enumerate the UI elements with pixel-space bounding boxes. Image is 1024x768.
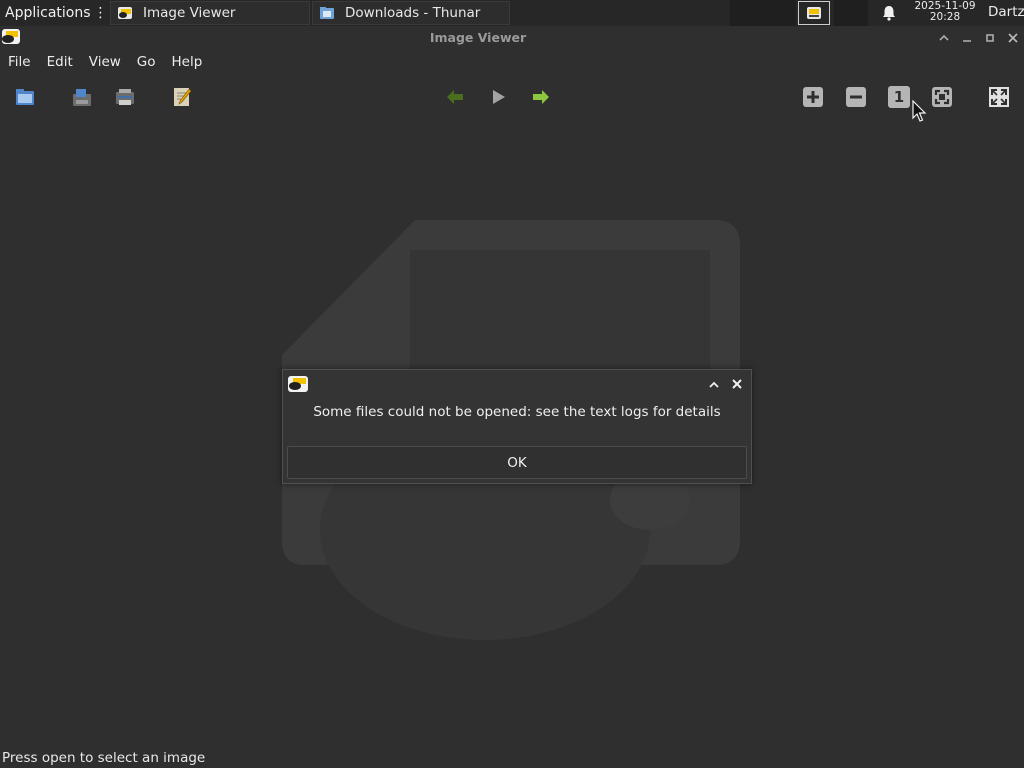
print-icon [116, 89, 134, 105]
workspace-3[interactable] [834, 0, 868, 26]
minimize-button[interactable] [959, 30, 975, 46]
zoom-100-label: 1 [893, 88, 905, 106]
zoom-100-button[interactable]: 1 [887, 85, 911, 109]
open-button[interactable] [13, 85, 37, 109]
play-icon [493, 90, 505, 104]
applications-label: Applications [5, 5, 91, 21]
maximize-button[interactable] [982, 30, 998, 46]
save-button[interactable] [70, 85, 94, 109]
close-window-button[interactable] [1005, 30, 1021, 46]
zoom-out-icon [846, 87, 866, 107]
top-panel: Applications ⋮ Image Viewer Downloads - … [0, 0, 1024, 26]
menu-help[interactable]: Help [164, 52, 211, 74]
edit-button[interactable] [170, 85, 194, 109]
status-bar-text: Press open to select an image [2, 750, 206, 766]
chevron-up-icon[interactable] [707, 378, 721, 392]
tray-image-viewer[interactable] [798, 1, 830, 25]
back-icon [447, 90, 463, 104]
fullscreen-icon [989, 87, 1009, 107]
forward-icon [533, 90, 549, 104]
image-viewer-icon [807, 7, 821, 19]
taskbar-image-viewer[interactable]: Image Viewer [110, 1, 310, 25]
clock-time: 20:28 [929, 11, 961, 23]
user-menu[interactable]: Dartz [988, 4, 1024, 20]
taskbar-thunar[interactable]: Downloads - Thunar [312, 1, 510, 25]
close-icon [1008, 33, 1018, 43]
menu-go[interactable]: Go [129, 52, 164, 74]
image-viewer-app-icon [288, 376, 308, 392]
menu-edit[interactable]: Edit [39, 52, 81, 74]
zoom-out-button[interactable] [844, 85, 868, 109]
zoom-fit-button[interactable] [930, 85, 954, 109]
mouse-cursor-icon [912, 100, 927, 122]
minimize-icon [963, 40, 971, 42]
zoom-in-button[interactable] [801, 85, 825, 109]
close-icon[interactable] [730, 377, 744, 391]
chevron-up-icon [939, 34, 949, 41]
menu-view[interactable]: View [81, 52, 129, 74]
task-label: Image Viewer [143, 5, 236, 21]
notification-bell-icon[interactable] [880, 4, 898, 22]
edit-icon [174, 88, 192, 106]
save-icon [73, 89, 91, 106]
ok-button[interactable]: OK [287, 446, 747, 479]
dialog-message: Some files could not be opened: see the … [313, 404, 721, 420]
maximize-icon [986, 34, 994, 42]
folder-icon [320, 7, 334, 19]
task-label: Downloads - Thunar [345, 5, 481, 21]
image-viewer-icon [118, 7, 132, 19]
print-button[interactable] [113, 85, 137, 109]
applications-separator: ⋮ [93, 5, 108, 21]
workspace-2[interactable] [764, 0, 796, 26]
zoom-fit-icon [932, 87, 952, 107]
applications-menu[interactable]: Applications ⋮ [0, 0, 108, 26]
workspace-1[interactable] [730, 0, 764, 26]
error-dialog: Some files could not be opened: see the … [282, 369, 752, 484]
menu-file[interactable]: File [0, 52, 39, 74]
slideshow-button[interactable] [486, 85, 510, 109]
forward-button[interactable] [529, 85, 553, 109]
zoom-100-icon: 1 [888, 86, 910, 108]
window-title: Image Viewer [429, 30, 527, 45]
menu-bar: File Edit View Go Help [0, 52, 210, 74]
open-icon [16, 89, 34, 105]
shade-button[interactable] [936, 30, 952, 46]
clock[interactable]: 2025-11-09 20:28 [906, 1, 984, 23]
fullscreen-button[interactable] [987, 85, 1011, 109]
zoom-in-icon [803, 87, 823, 107]
back-button[interactable] [443, 85, 467, 109]
